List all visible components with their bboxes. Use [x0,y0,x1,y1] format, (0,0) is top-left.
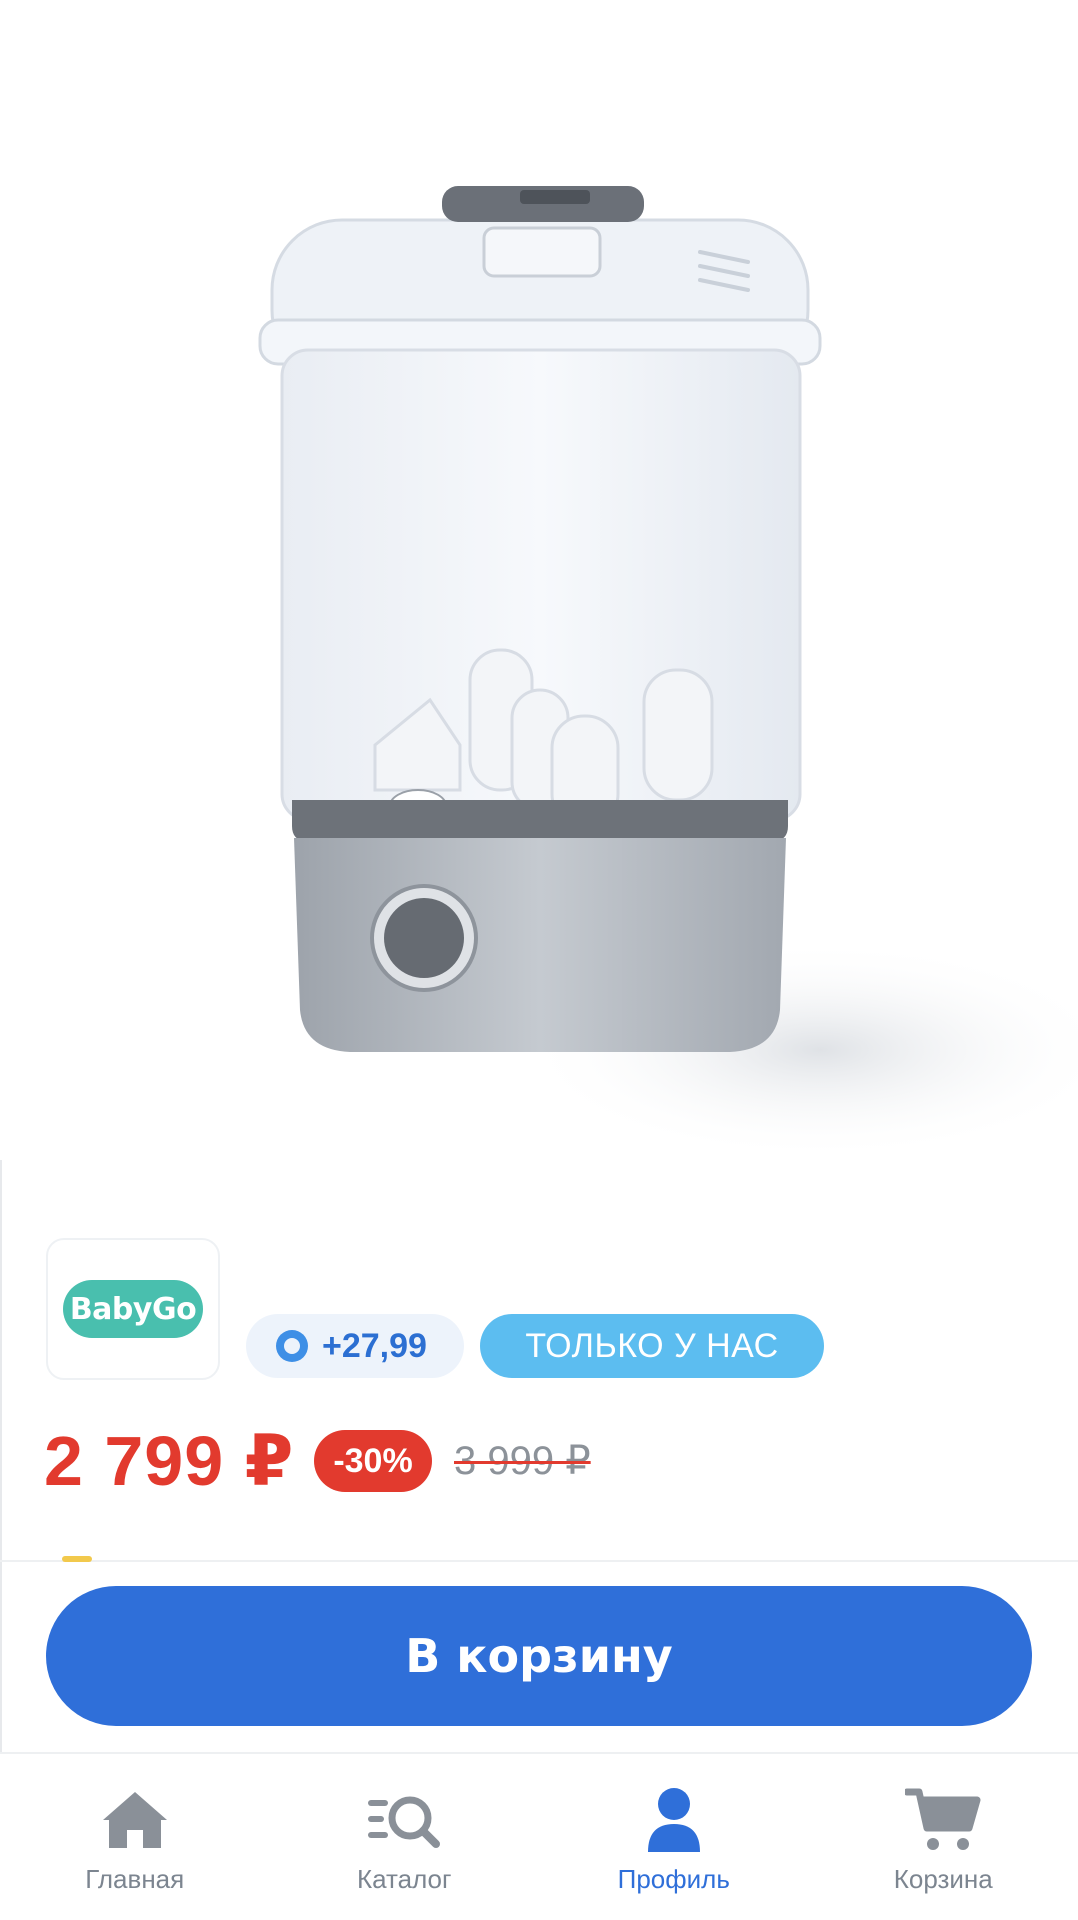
discount-badge: -30% [314,1430,432,1492]
rating-mark [62,1556,92,1562]
bonus-points-chip[interactable]: +27,99 [246,1314,464,1378]
cart-icon [903,1784,983,1856]
home-icon [95,1784,175,1856]
divider [0,1560,1078,1562]
nav-item-catalog[interactable]: Каталог [294,1784,514,1895]
nav-label-home: Главная [85,1864,185,1894]
product-page: BabyGo +27,99 ТОЛЬКО У НАС 2 799 ₽ -30% … [0,0,1078,1920]
brand-logo: BabyGo [63,1280,203,1338]
catalog-search-icon [364,1784,444,1856]
brand-card[interactable]: BabyGo [46,1238,220,1380]
bonus-points-value: +27,99 [322,1326,427,1365]
sterilizer-illustration [258,186,1078,1160]
bonus-coin-icon [276,1330,308,1362]
add-to-cart-button[interactable]: В корзину [46,1586,1032,1726]
nav-item-cart[interactable]: Корзина [833,1784,1053,1895]
old-price: 3 999 ₽ [454,1439,591,1483]
bottom-navigation: Главная Каталог Профиль Корзина [0,1752,1078,1920]
nav-label-profile: Профиль [617,1864,730,1894]
exclusive-badge: ТОЛЬКО У НАС [480,1314,824,1378]
nav-item-home[interactable]: Главная [25,1784,245,1895]
nav-label-catalog: Каталог [356,1864,452,1894]
current-price: 2 799 ₽ [44,1422,295,1500]
nav-label-cart: Корзина [893,1864,993,1894]
profile-icon [634,1784,714,1856]
product-image[interactable] [0,0,1078,1160]
nav-item-profile[interactable]: Профиль [564,1784,784,1895]
